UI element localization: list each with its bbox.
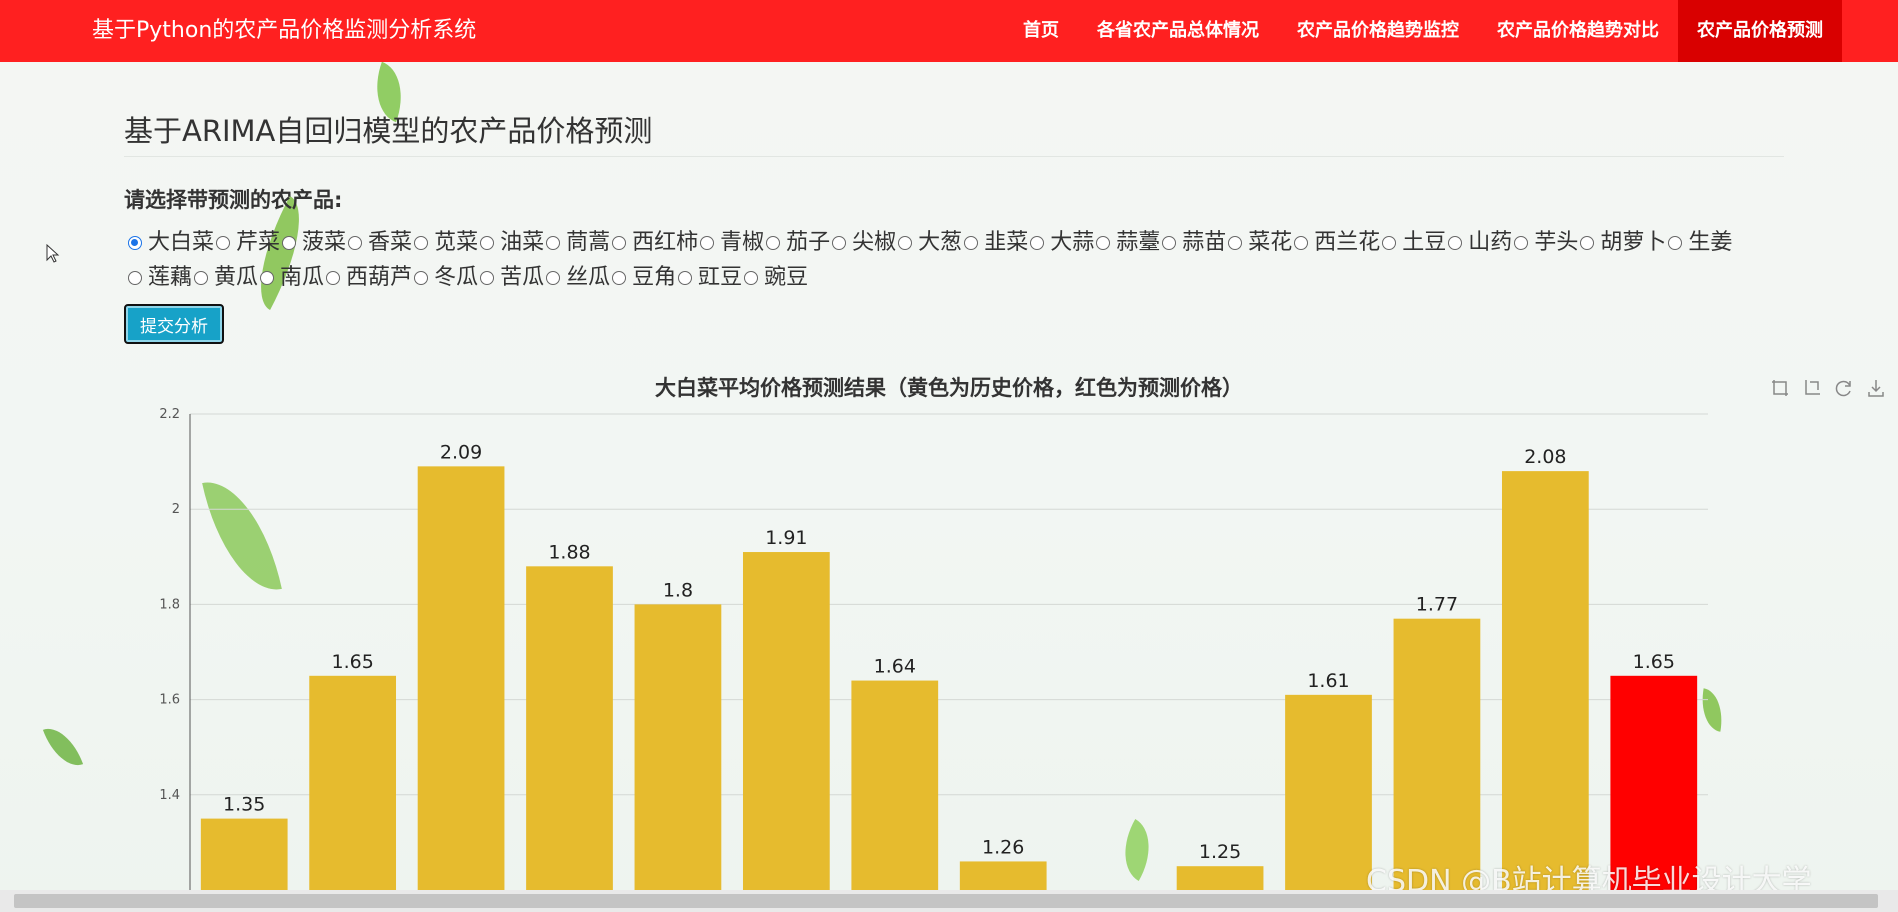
history-bar <box>417 466 505 890</box>
bar-value-label: 1.8 <box>663 579 693 601</box>
chart-title: 大白菜平均价格预测结果（黄色为历史价格，红色为预测价格） <box>655 376 1243 400</box>
history-bar <box>309 675 397 890</box>
scrollbar-thumb[interactable] <box>14 894 1878 908</box>
chart-toolbox <box>1770 378 1886 398</box>
download-icon[interactable] <box>1866 378 1886 398</box>
history-bar <box>200 818 288 890</box>
y-tick-label: 1.6 <box>159 693 180 708</box>
mouse-cursor-icon <box>46 244 60 263</box>
bar-value-label: 2.09 <box>440 441 482 463</box>
history-bar <box>959 861 1047 890</box>
bar-value-label: 2.08 <box>1524 446 1566 468</box>
bar-value-label: 1.61 <box>1307 670 1349 692</box>
y-tick-label: 2 <box>172 502 180 517</box>
history-bar <box>1501 471 1589 890</box>
bar-value-label: 1.88 <box>548 541 590 563</box>
zoom-icon[interactable] <box>1770 378 1790 398</box>
bar-value-label: 1.26 <box>982 836 1024 858</box>
bar-value-label: 1.25 <box>1199 841 1241 863</box>
restore-icon[interactable] <box>1834 378 1854 398</box>
bar-value-label: 1.35 <box>223 794 265 816</box>
history-bar <box>1176 866 1264 890</box>
history-bar <box>851 680 939 890</box>
bar-value-label: 1.91 <box>765 527 807 549</box>
history-bar <box>526 566 613 890</box>
y-tick-label: 1.4 <box>159 788 180 803</box>
y-tick-label: 1.8 <box>159 597 180 612</box>
bar-value-label: 1.77 <box>1416 594 1458 616</box>
forecast-bar-chart: 1.4 1.6 1.8 2 2.2 1.35 1.65 2.09 1.88 1.8 1.91 1.64… <box>159 407 1708 890</box>
bar-value-label: 1.65 <box>1633 651 1675 673</box>
history-bar <box>1393 618 1481 890</box>
y-tick-label: 2.2 <box>159 407 180 422</box>
history-bar <box>634 604 722 890</box>
zoom-reset-icon[interactable] <box>1802 378 1822 398</box>
history-bar <box>742 552 830 890</box>
history-bar <box>1285 694 1372 890</box>
bar-value-label: 1.65 <box>331 651 373 673</box>
horizontal-scrollbar[interactable] <box>0 890 1898 912</box>
bar-value-label: 1.64 <box>874 656 916 678</box>
